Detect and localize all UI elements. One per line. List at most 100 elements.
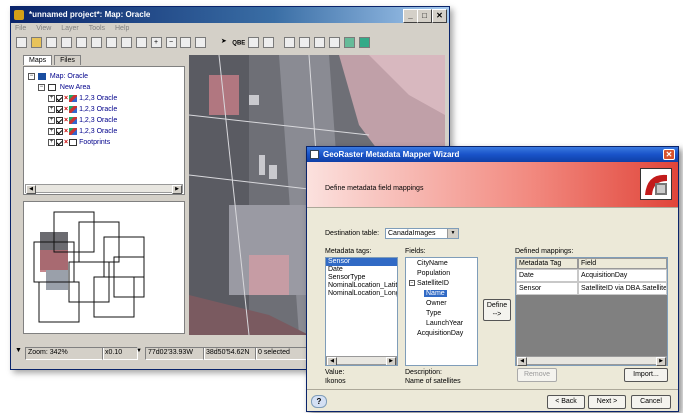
menu-tools[interactable]: Tools [85,23,109,34]
new-icon[interactable] [16,37,27,48]
select-box-icon[interactable] [90,37,102,48]
qbe-label[interactable]: QBE [232,40,245,46]
tree-group[interactable]: − New Area [38,83,90,93]
maximize-icon[interactable]: □ [417,9,432,23]
menu-help[interactable]: Help [111,23,133,34]
overview-panel[interactable] [23,201,185,334]
expand-icon[interactable]: + [48,105,55,113]
globe-icon[interactable] [343,37,355,48]
zoom-box-icon[interactable] [180,37,192,48]
layer-checkbox[interactable] [56,105,63,113]
scroll-left-icon[interactable]: ◀ [327,357,337,365]
hand-icon[interactable] [195,37,207,48]
expand-icon[interactable]: + [48,138,55,146]
scale-dropdown-icon[interactable]: ▼ [136,348,142,354]
table-icon[interactable] [284,37,296,48]
list-item[interactable]: Population [417,270,450,277]
menu-view[interactable]: View [32,23,55,34]
abc-icon[interactable] [299,37,311,48]
globe-layers-icon[interactable] [358,37,370,48]
tree-layer-row[interactable]: + × 1,2,3 Oracle [48,127,117,137]
layers-icon[interactable] [60,37,72,48]
back-button[interactable]: < Back [547,395,585,409]
zoom-extent-icon[interactable] [135,37,147,48]
contrast-icon[interactable] [314,37,326,48]
pan-tool-icon[interactable] [75,37,87,48]
chevron-down-icon[interactable]: ▼ [447,229,458,238]
sort-icon[interactable] [263,37,275,48]
table-cell[interactable]: Sensor [516,282,578,295]
remove-button[interactable]: Remove [517,368,557,382]
zoom-in-icon[interactable]: + [150,37,162,48]
list-item[interactable]: Owner [426,300,447,307]
list-item[interactable]: Date [326,266,397,274]
help-icon[interactable]: ? [311,395,327,408]
stack-icon[interactable] [105,37,117,48]
remove-layer-icon[interactable]: × [64,139,68,146]
mappings-grid[interactable]: Metadata Tag Field Date AcquisitionDay S… [515,257,668,366]
layer-checkbox[interactable] [56,116,63,124]
tab-files[interactable]: Files [54,55,81,65]
list-item[interactable]: Name [424,290,447,297]
metadata-tags-list[interactable]: Sensor Date SensorType NominalLocation_L… [325,257,398,366]
destination-select[interactable]: CanadaImages ▼ [385,228,459,239]
scroll-right-icon[interactable]: ▶ [386,357,396,365]
column-header-tag[interactable]: Metadata Tag [516,258,578,269]
table-cell[interactable]: SatelliteID via DBA.Satellites [578,282,667,295]
list-item[interactable]: Sensor [326,258,397,266]
layer-checkbox[interactable] [56,138,63,146]
remove-layer-icon[interactable]: × [64,128,68,135]
brightness-icon[interactable] [328,37,340,48]
tree-layer-row[interactable]: + × 1,2,3 Oracle [48,105,117,115]
expand-icon[interactable]: + [48,127,55,135]
remove-layer-icon[interactable]: × [64,95,68,102]
layer-checkbox[interactable] [56,94,63,102]
menu-file[interactable]: File [11,23,30,34]
menu-layer[interactable]: Layer [57,23,83,34]
cancel-button[interactable]: Cancel [631,395,671,409]
list-item[interactable]: LaunchYear [426,320,463,327]
mappings-scrollbar[interactable]: ◀ ▶ [516,356,667,366]
fields-tree[interactable]: CityName Population − SatelliteID Name O… [405,257,478,366]
layer-checkbox[interactable] [56,127,63,135]
list-item[interactable]: SensorType [326,274,397,282]
list-item[interactable]: CityName [417,260,448,267]
scroll-left-icon[interactable]: ◀ [517,357,527,366]
scroll-left-icon[interactable]: ◀ [26,185,36,194]
collapse-icon[interactable]: − [28,72,35,80]
define-button[interactable]: Define --> [483,299,511,321]
collapse-icon[interactable]: − [38,83,45,91]
list-item[interactable]: NominalLocation_Longit [326,290,397,298]
tree-footprints-row[interactable]: + × Footprints [48,138,110,148]
pointer-icon[interactable]: ➤ [218,37,229,48]
table-cell[interactable]: Date [516,269,578,282]
remove-layer-icon[interactable]: × [64,117,68,124]
tab-maps[interactable]: Maps [23,55,53,65]
next-button[interactable]: Next > [588,395,626,409]
table-cell[interactable]: AcquisitionDay [578,269,667,282]
import-button[interactable]: Import... [624,368,668,382]
print-icon[interactable] [45,37,57,48]
tree-root[interactable]: − Map: Oracle [28,72,88,82]
wizard-title-bar[interactable]: GeoRaster Metadata Mapper Wizard ✕ [307,147,678,162]
tree-layer-row[interactable]: + × 1,2,3 Oracle [48,94,117,104]
measure-icon[interactable] [248,37,260,48]
collapse-icon[interactable]: − [409,280,415,287]
expand-icon[interactable]: + [48,116,55,124]
scroll-right-icon[interactable]: ▶ [172,185,182,194]
minimize-icon[interactable]: _ [403,9,418,23]
tree-layer-row[interactable]: + × 1,2,3 Oracle [48,116,117,126]
main-title-bar[interactable]: *unnamed project*: Map: Oracle _ □ ✕ [11,7,449,23]
tags-scrollbar[interactable]: ◀ ▶ [326,356,397,365]
list-item[interactable]: Type [426,310,441,317]
tree-scrollbar[interactable]: ◀ ▶ [25,184,183,194]
open-icon[interactable] [30,37,42,48]
zoom-out-icon[interactable]: − [165,37,177,48]
scroll-right-icon[interactable]: ▶ [656,357,666,366]
column-header-field[interactable]: Field [578,258,667,269]
expand-icon[interactable]: + [48,94,55,102]
remove-layer-icon[interactable]: × [64,106,68,113]
grid-icon[interactable] [120,37,132,48]
list-item[interactable]: AcquisitionDay [417,330,463,337]
close-icon[interactable]: ✕ [432,9,447,23]
